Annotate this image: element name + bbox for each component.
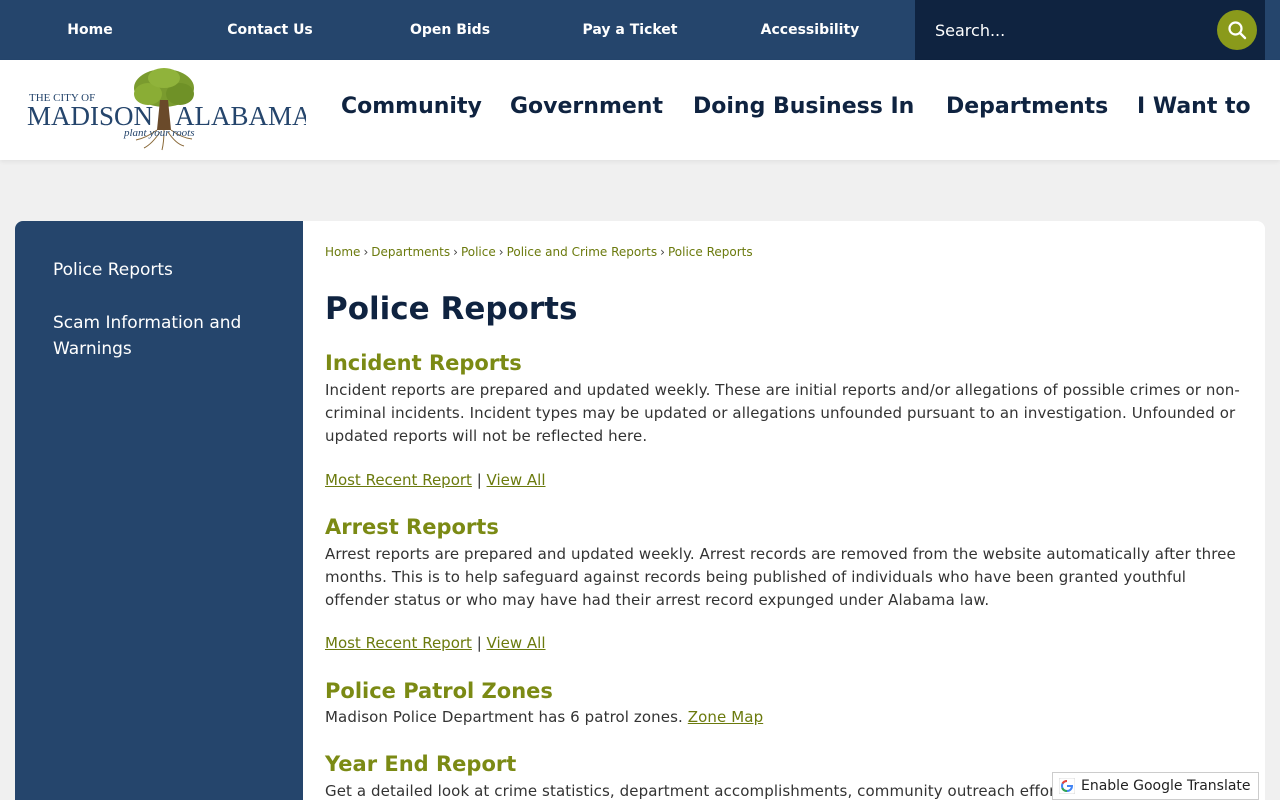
incident-most-recent-link[interactable]: Most Recent Report [325, 471, 472, 489]
breadcrumb-separator: › [498, 245, 504, 259]
google-translate-label: Enable Google Translate [1081, 778, 1251, 794]
utility-link-open-bids[interactable]: Open Bids [360, 0, 540, 60]
sidebar: Police Reports Scam Information and Warn… [15, 221, 303, 800]
breadcrumb-police-reports[interactable]: Police Reports [668, 245, 753, 259]
nav-doing-business-in[interactable]: Doing Business In [693, 94, 914, 119]
breadcrumb-separator: › [660, 245, 665, 259]
arrest-most-recent-link[interactable]: Most Recent Report [325, 634, 472, 652]
breadcrumb-separator: › [363, 245, 369, 259]
incident-view-all-link[interactable]: View All [487, 471, 546, 489]
search-icon [1228, 21, 1247, 40]
site-header: THE CITY OF MADISON ALABAMA plant your r… [0, 60, 1280, 160]
nav-departments[interactable]: Departments [946, 94, 1108, 119]
logo-graphic: THE CITY OF MADISON ALABAMA plant your r… [27, 68, 312, 151]
page-title: Police Reports [325, 291, 578, 327]
utility-bar: Home Contact Us Open Bids Pay a Ticket A… [0, 0, 1280, 60]
utility-link-pay-a-ticket[interactable]: Pay a Ticket [540, 0, 720, 60]
section-title-arrest-reports: Arrest Reports [325, 515, 499, 539]
google-translate-button[interactable]: Enable Google Translate [1052, 772, 1259, 800]
nav-i-want-to[interactable]: I Want to [1137, 94, 1251, 119]
logo-alabama: ALABAMA [175, 101, 306, 131]
main-content: Home › Departments › Police › Police and Crime… [303, 221, 1265, 800]
google-translate-icon [1059, 778, 1075, 794]
utility-link-accessibility[interactable]: Accessibility [720, 0, 900, 60]
search-input[interactable] [915, 0, 1205, 60]
zone-map-link[interactable]: Zone Map [688, 708, 763, 726]
sidebar-item-police-reports[interactable]: Police Reports [53, 257, 273, 283]
section-text-arrest-reports: Arrest reports are prepared and updated … [325, 545, 1236, 609]
arrest-view-all-link[interactable]: View All [487, 634, 546, 652]
arrest-report-links: Most Recent Report | View All [325, 634, 546, 652]
breadcrumb: Home › Departments › Police › Police and Crime… [325, 245, 753, 259]
search-button[interactable] [1217, 10, 1257, 50]
breadcrumb-police-crime-reports[interactable]: Police and Crime Reports [507, 245, 658, 259]
utility-link-contact-us[interactable]: Contact Us [180, 0, 360, 60]
section-title-patrol-zones: Police Patrol Zones [325, 679, 553, 703]
section-title-year-end-report: Year End Report [325, 752, 517, 776]
incident-report-links: Most Recent Report | View All [325, 471, 546, 489]
search-box [915, 0, 1265, 60]
nav-community[interactable]: Community [341, 94, 482, 119]
link-separator: | [476, 634, 482, 652]
link-separator: | [476, 471, 482, 489]
breadcrumb-separator: › [453, 245, 458, 259]
sidebar-item-scam-information[interactable]: Scam Information and Warnings [53, 310, 273, 362]
utility-link-home[interactable]: Home [0, 0, 180, 60]
section-text-incident-reports: Incident reports are prepared and update… [325, 381, 1240, 445]
breadcrumb-departments[interactable]: Departments [371, 245, 450, 259]
section-text-patrol-zones: Madison Police Department has 6 patrol z… [325, 706, 1245, 729]
city-logo[interactable]: THE CITY OF MADISON ALABAMA plant your r… [26, 66, 312, 156]
nav-government[interactable]: Government [510, 94, 663, 119]
utility-nav: Home Contact Us Open Bids Pay a Ticket A… [0, 0, 915, 60]
breadcrumb-home[interactable]: Home [325, 245, 360, 259]
section-title-incident-reports: Incident Reports [325, 351, 522, 375]
logo-tagline: plant your roots [123, 127, 195, 139]
breadcrumb-police[interactable]: Police [461, 245, 496, 259]
patrol-zones-text: Madison Police Department has 6 patrol z… [325, 708, 688, 726]
